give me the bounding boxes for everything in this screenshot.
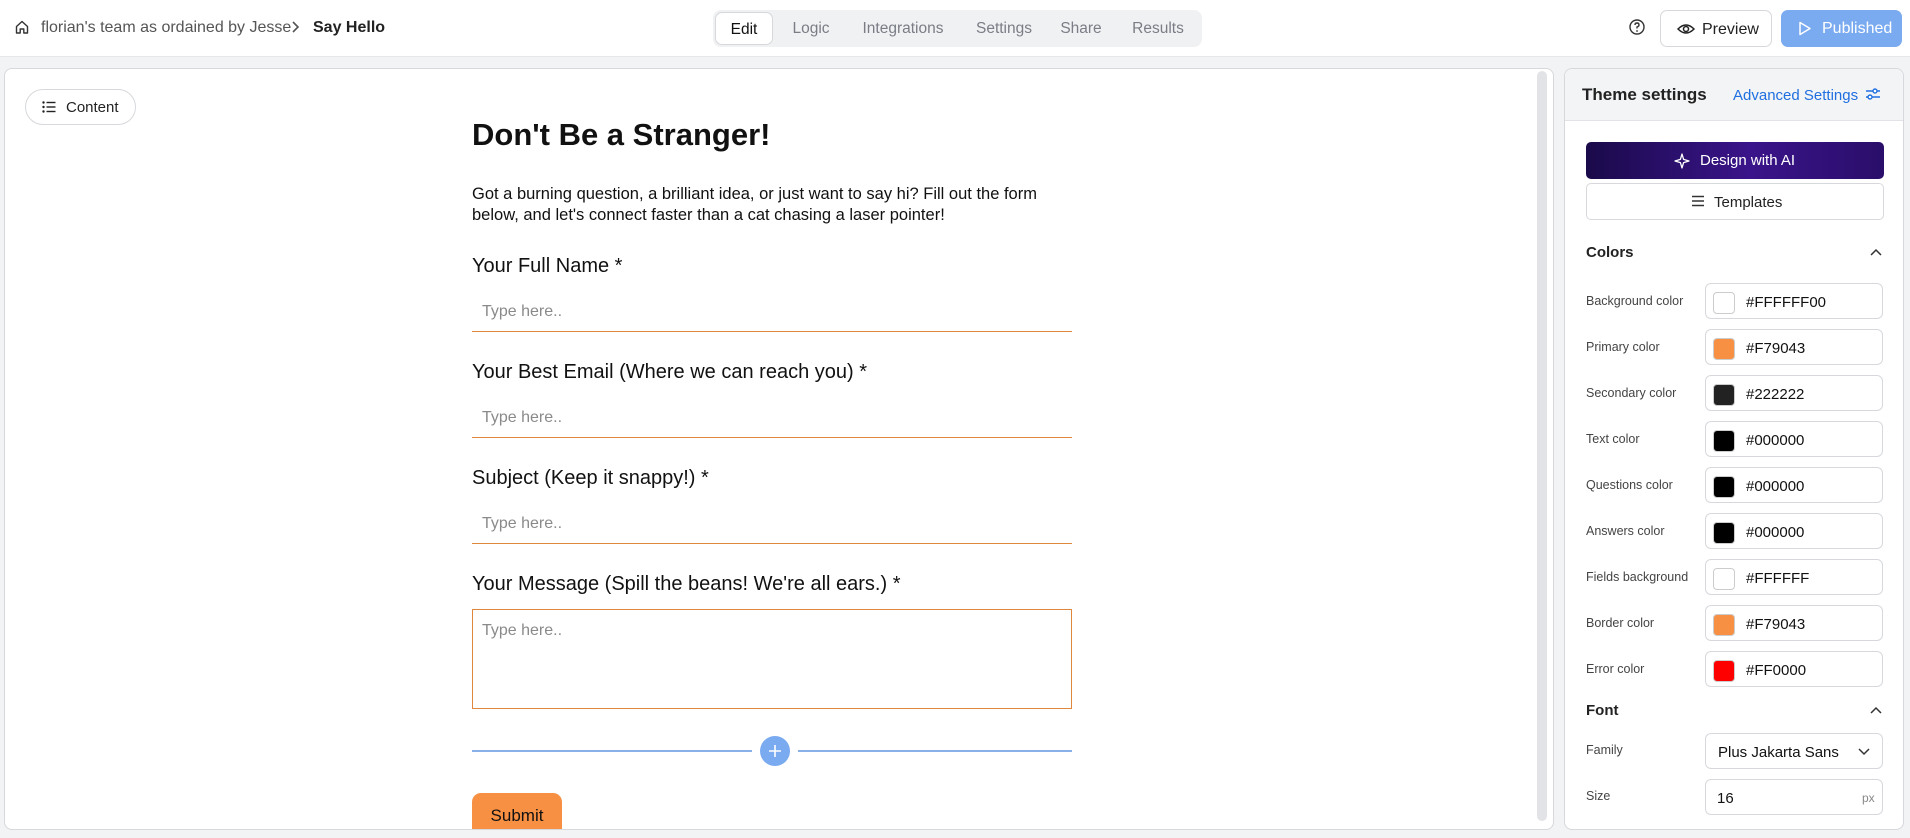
- color-hex-value[interactable]: #F79043: [1746, 340, 1805, 357]
- content-label: Content: [66, 99, 119, 116]
- color-swatch[interactable]: [1713, 660, 1735, 682]
- color-field[interactable]: #222222: [1705, 375, 1883, 411]
- color-field[interactable]: #F79043: [1705, 605, 1883, 641]
- tab-settings[interactable]: Settings: [969, 10, 1039, 47]
- font-family-value: Plus Jakarta Sans: [1718, 744, 1839, 761]
- advanced-settings-label: Advanced Settings: [1733, 87, 1859, 104]
- tab-edit[interactable]: Edit: [715, 12, 773, 45]
- add-block-button[interactable]: [760, 736, 790, 766]
- color-hex-value[interactable]: #000000: [1746, 432, 1804, 449]
- form-description: Got a burning question, a brilliant idea…: [472, 185, 1037, 224]
- color-label: Fields background: [1586, 570, 1689, 584]
- color-hex-value[interactable]: #FF0000: [1746, 662, 1806, 679]
- theme-settings-panel: Theme settings Advanced Settings Design …: [1564, 68, 1904, 830]
- color-field[interactable]: #FF0000: [1705, 651, 1883, 687]
- color-swatch[interactable]: [1713, 292, 1735, 314]
- tab-integrations[interactable]: Integrations: [853, 10, 953, 47]
- font-size-value: 16: [1717, 790, 1734, 807]
- form-canvas: Content Don't Be a Stranger! Got a burni…: [4, 68, 1554, 830]
- color-label: Background color: [1586, 294, 1684, 308]
- color-hex-value[interactable]: #FFFFFF00: [1746, 294, 1826, 311]
- panel-title: Theme settings: [1582, 85, 1707, 104]
- help-icon[interactable]: [1628, 18, 1646, 36]
- subject-input[interactable]: [472, 504, 1072, 544]
- published-button[interactable]: Published: [1781, 10, 1902, 47]
- tab-logic[interactable]: Logic: [786, 10, 836, 47]
- color-label: Answers color: [1586, 524, 1665, 538]
- font-section-title: Font: [1586, 702, 1619, 719]
- plus-icon: [769, 745, 781, 757]
- color-field[interactable]: #000000: [1705, 467, 1883, 503]
- font-size-unit: px: [1862, 791, 1875, 805]
- design-with-ai-label: Design with AI: [1700, 152, 1796, 169]
- message-textarea[interactable]: [472, 609, 1072, 709]
- email-input[interactable]: [472, 398, 1072, 438]
- list-icon: [42, 101, 56, 113]
- color-label: Questions color: [1586, 478, 1673, 492]
- question-label: Your Best Email (Where we can reach you)…: [472, 361, 867, 383]
- design-with-ai-button[interactable]: Design with AI: [1586, 142, 1884, 179]
- chevron-down-icon: [1858, 748, 1870, 756]
- color-label: Error color: [1586, 662, 1645, 676]
- color-swatch[interactable]: [1713, 614, 1735, 636]
- chevron-right-icon: [292, 21, 300, 33]
- color-hex-value[interactable]: #000000: [1746, 478, 1804, 495]
- chevron-up-icon[interactable]: [1870, 248, 1882, 256]
- color-swatch[interactable]: [1713, 568, 1735, 590]
- color-swatch[interactable]: [1713, 522, 1735, 544]
- question-label: Your Full Name *: [472, 255, 623, 277]
- tab-results[interactable]: Results: [1124, 10, 1192, 47]
- colors-section-title: Colors: [1586, 244, 1634, 261]
- color-field[interactable]: #F79043: [1705, 329, 1883, 365]
- color-label: Text color: [1586, 432, 1640, 446]
- color-hex-value[interactable]: #222222: [1746, 386, 1804, 403]
- panel-header: Theme settings Advanced Settings: [1565, 69, 1903, 121]
- top-bar: florian's team as ordained by Jesse Say …: [0, 0, 1910, 57]
- color-field[interactable]: #FFFFFF00: [1705, 283, 1883, 319]
- color-swatch[interactable]: [1713, 384, 1735, 406]
- tab-share[interactable]: Share: [1054, 10, 1108, 47]
- color-hex-value[interactable]: #F79043: [1746, 616, 1805, 633]
- full-name-input[interactable]: [472, 292, 1072, 332]
- content-button[interactable]: Content: [25, 89, 136, 125]
- submit-button[interactable]: Submit: [472, 793, 562, 829]
- tab-bar: Edit Logic Integrations Settings Share R…: [713, 10, 1202, 47]
- color-swatch[interactable]: [1713, 338, 1735, 360]
- breadcrumb-page[interactable]: Say Hello: [313, 19, 385, 37]
- font-family-select[interactable]: Plus Jakarta Sans: [1705, 733, 1883, 769]
- sliders-icon: [1866, 88, 1880, 100]
- font-size-input[interactable]: 16 px: [1705, 779, 1883, 815]
- color-hex-value[interactable]: #000000: [1746, 524, 1804, 541]
- home-icon[interactable]: [14, 19, 30, 35]
- chevron-up-icon[interactable]: [1870, 706, 1882, 714]
- size-label: Size: [1586, 789, 1611, 803]
- color-field[interactable]: #000000: [1705, 421, 1883, 457]
- color-label: Border color: [1586, 616, 1655, 630]
- color-field[interactable]: #FFFFFF: [1705, 559, 1883, 595]
- published-label: Published: [1822, 20, 1893, 37]
- color-field[interactable]: #000000: [1705, 513, 1883, 549]
- form-title: Don't Be a Stranger!: [472, 117, 771, 152]
- color-swatch[interactable]: [1713, 476, 1735, 498]
- scrollbar[interactable]: [1537, 71, 1547, 821]
- sparkle-icon: [1674, 153, 1690, 169]
- play-icon: [1799, 21, 1811, 36]
- breadcrumb-team[interactable]: florian's team as ordained by Jesse: [41, 19, 291, 37]
- color-hex-value[interactable]: #FFFFFF: [1746, 570, 1809, 587]
- eye-icon: [1677, 24, 1695, 34]
- color-label: Secondary color: [1586, 386, 1677, 400]
- divider-line: [472, 750, 752, 752]
- menu-icon: [1692, 195, 1704, 207]
- templates-label: Templates: [1714, 194, 1783, 211]
- divider-line: [798, 750, 1072, 752]
- question-label: Subject (Keep it snappy!) *: [472, 467, 709, 489]
- color-swatch[interactable]: [1713, 430, 1735, 452]
- templates-button[interactable]: Templates: [1586, 183, 1884, 220]
- color-label: Primary color: [1586, 340, 1660, 354]
- preview-button[interactable]: Preview: [1660, 10, 1772, 47]
- family-label: Family: [1586, 743, 1623, 757]
- preview-label: Preview: [1702, 21, 1759, 38]
- question-label: Your Message (Spill the beans! We're all…: [472, 573, 901, 595]
- advanced-settings-link[interactable]: Advanced Settings: [1733, 87, 1880, 104]
